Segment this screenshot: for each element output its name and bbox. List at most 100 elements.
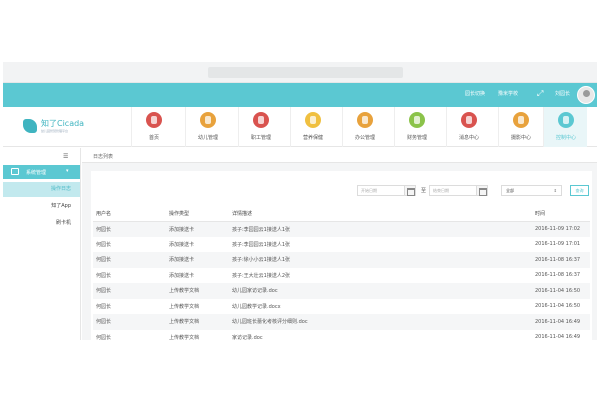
message-icon (461, 112, 477, 128)
table-cell: 添加接送卡 (169, 221, 232, 237)
select-value: 全部 (506, 188, 514, 193)
nav-item[interactable]: 职工管理 (238, 107, 282, 147)
table-cell: 幼儿园家访记录.doc (232, 283, 535, 299)
log-table: 用户名 操作类型 详情描述 时间 何园长 添加接送卡 孩子:李园园云1接送人1张 20… (93, 206, 590, 340)
table-cell: 何园长 (93, 252, 169, 268)
table-cell: 添加接送卡 (169, 252, 232, 268)
table-cell: 上传教学文档 (169, 334, 200, 340)
nav-item-label: 控制中心 (555, 135, 576, 141)
office-icon (357, 112, 373, 128)
nav-item[interactable]: 摄影中心 (498, 107, 542, 147)
chevron-down-icon: ▾ (66, 168, 69, 174)
table-cell: 幼儿园班长蕾化考核评分细则.doc (232, 314, 535, 330)
start-date-field[interactable]: 开始日期 (357, 185, 416, 196)
nav-item-label: 消息中心 (458, 135, 479, 141)
browser-bar (3, 62, 597, 83)
table-cell: 添加接送卡 (169, 241, 195, 248)
calendar-icon[interactable] (476, 186, 487, 196)
table-row: 何园长 添加接送卡 孩子:李园园云1接送人1张 2016-11-09 17:01 (93, 237, 590, 253)
table-cell: 2016-11-09 17:02 (535, 221, 590, 237)
cicada-logo: 知了Cicada 幼儿园智慧管理平台 (23, 118, 93, 138)
main-content: 日志列表 开始日期 至 结束日期 全部 ⇕ 查询 用户名 操作类型 详情描述 时… (82, 148, 597, 340)
column-header: 详情描述 (232, 206, 535, 222)
nav-item[interactable]: 财务管理 (394, 107, 438, 147)
table-cell: 何园长 (96, 303, 112, 310)
nav-item-label: 财务管理 (406, 135, 427, 141)
table-row: 何园长 上传教学文档 幼儿园教学记录.docx 2016-11-04 16:50 (93, 299, 590, 315)
expand-icon[interactable]: ⤢ (537, 89, 546, 98)
table-row: 何园长 添加接送卡 孩子:徐小小云1接送人1张 2016-11-08 16:37 (93, 252, 590, 268)
collapse-sidebar-icon[interactable]: ☰ (63, 153, 68, 160)
table-cell: 添加接送卡 (169, 272, 195, 279)
nav-item-label: 办公管理 (354, 135, 375, 141)
school-selector[interactable]: 豫米学校 (498, 90, 518, 97)
sidebar-group-label: 系统管理 (26, 170, 47, 176)
nav-item[interactable]: 幼儿管理 (185, 107, 229, 147)
staff-icon (253, 112, 269, 128)
sidebar-item-operation-log[interactable]: 操作日志 (3, 182, 80, 197)
user-name[interactable]: 刘园长 (555, 90, 570, 97)
nav-item[interactable]: 营养保健 (290, 107, 334, 147)
nav-item[interactable]: 消息中心 (446, 107, 490, 147)
sidebar: ☰ 系统管理 ▾ 操作日志 知了App 刷卡机 (3, 148, 81, 340)
avatar[interactable] (577, 86, 595, 104)
table-cell: 何园长 (93, 221, 169, 237)
camera-icon (513, 112, 529, 128)
table-row: 何园长 上传教学文档 家访记录.doc 2016-11-04 16:49 (93, 330, 590, 340)
log-panel: 开始日期 至 结束日期 全部 ⇕ 查询 用户名 操作类型 详情描述 时间 何园长… (91, 171, 592, 340)
nav-item[interactable]: 首页 (131, 107, 175, 147)
nav-item[interactable]: 办公管理 (342, 107, 386, 147)
child-icon (200, 112, 216, 128)
table-cell: 何园长 (96, 241, 112, 248)
start-date-placeholder: 开始日期 (361, 188, 377, 193)
table-row: 何园长 添加接送卡 孩子:王大壮云1接送人2张 2016-11-08 16:37 (93, 268, 590, 284)
logo-name: 知了Cicada (41, 119, 85, 128)
table-cell: 孩子:李园园云1接送人1张 (232, 221, 535, 237)
table-cell: 2016-11-08 16:37 (535, 252, 590, 268)
control-icon (558, 112, 574, 128)
end-date-field[interactable]: 结束日期 (429, 185, 488, 196)
table-cell: 上传教学文档 (169, 303, 200, 310)
switch-kindergarten-link[interactable]: 园长切换 (465, 90, 485, 97)
end-date-placeholder: 结束日期 (433, 188, 449, 193)
nutrition-icon (305, 112, 321, 128)
table-cell: 2016-11-04 16:50 (535, 303, 581, 310)
url-bar[interactable] (208, 67, 403, 78)
table-cell: 2016-11-09 17:01 (535, 241, 581, 248)
table-cell: 上传教学文档 (169, 314, 232, 330)
table-cell: 家访记录.doc (232, 334, 263, 340)
nav-item-label: 首页 (148, 135, 159, 141)
table-cell: 2016-11-04 16:49 (535, 314, 590, 330)
nav-item-label: 摄影中心 (510, 135, 531, 141)
table-cell: 孩子:李园园云1接送人1张 (232, 241, 291, 248)
table-header-row: 用户名 操作类型 详情描述 时间 (93, 206, 590, 222)
table-cell: 2016-11-04 16:50 (535, 283, 590, 299)
chevron-down-icon: ⇕ (553, 188, 557, 193)
breadcrumb: 日志列表 (93, 154, 114, 160)
sidebar-item-card-reader[interactable]: 刷卡机 (3, 216, 80, 231)
column-header: 时间 (535, 206, 590, 222)
table-cell: 何园长 (93, 283, 169, 299)
operation-type-select[interactable]: 全部 ⇕ (501, 185, 562, 196)
nav-item[interactable]: 控制中心 (543, 107, 587, 147)
calendar-icon[interactable] (404, 186, 415, 196)
logo-subtitle: 幼儿园智慧管理平台 (41, 129, 69, 133)
table-cell: 幼儿园教学记录.docx (232, 303, 281, 310)
date-range-separator: 至 (421, 188, 427, 194)
sidebar-group-system[interactable]: 系统管理 ▾ (3, 165, 80, 179)
table-cell: 2016-11-08 16:37 (535, 272, 581, 279)
table-cell: 孩子:徐小小云1接送人1张 (232, 252, 535, 268)
search-button[interactable]: 查询 (570, 185, 589, 196)
table-row: 何园长 上传教学文档 幼儿园家访记录.doc 2016-11-04 16:50 (93, 283, 590, 299)
cicada-logo-icon (23, 119, 37, 133)
column-header: 用户名 (93, 206, 169, 222)
sidebar-item-app[interactable]: 知了App (3, 199, 80, 214)
table-cell: 孩子:王大壮云1接送人2张 (232, 272, 291, 279)
table-row: 何园长 上传教学文档 幼儿园班长蕾化考核评分细则.doc 2016-11-04 16:… (93, 314, 590, 330)
table-cell: 上传教学文档 (169, 283, 232, 299)
table-cell: 2016-11-04 16:49 (535, 334, 581, 340)
table-cell: 何园长 (96, 334, 112, 340)
table-row: 何园长 添加接送卡 孩子:李园园云1接送人1张 2016-11-09 17:02 (93, 221, 590, 237)
nav-item-label: 营养保健 (302, 135, 323, 141)
column-header: 操作类型 (169, 206, 232, 222)
